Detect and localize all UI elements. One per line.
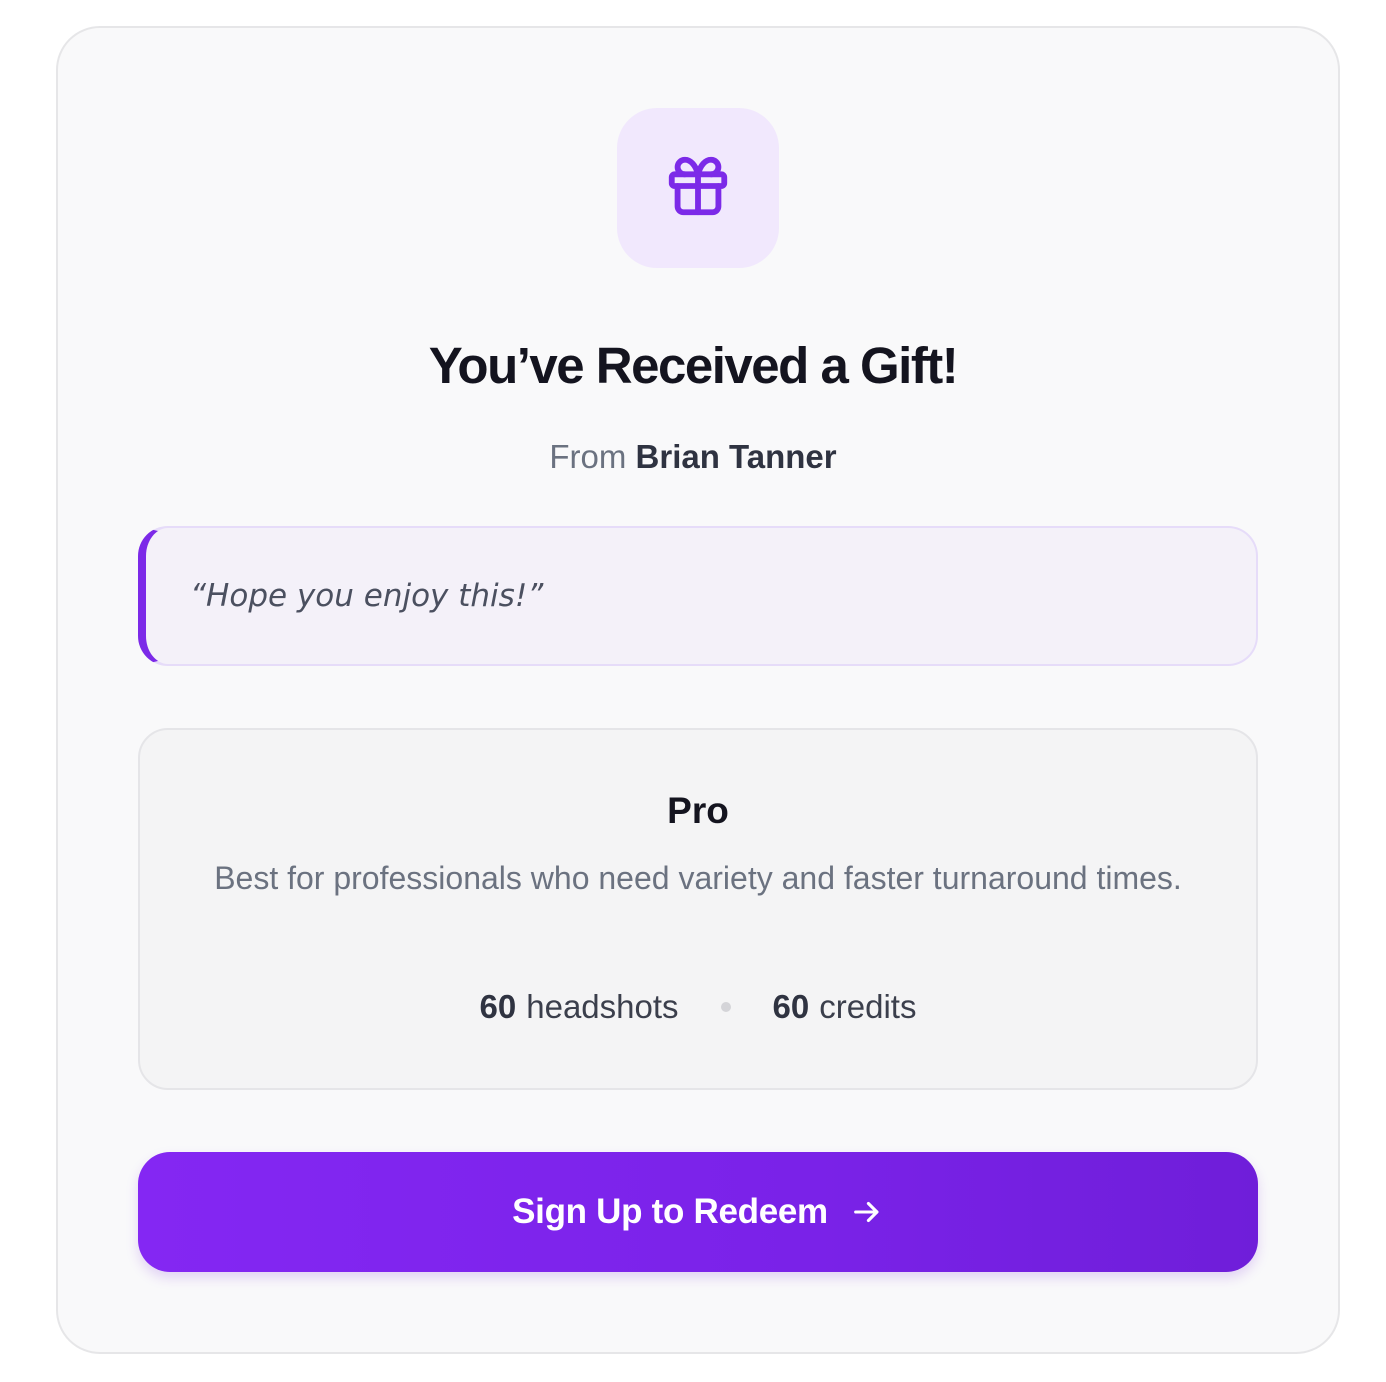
credits-count: 60: [772, 988, 810, 1025]
gift-badge: [617, 108, 779, 268]
from-prefix: From: [549, 438, 627, 475]
arrow-right-icon: [850, 1195, 884, 1229]
plan-description: Best for professionals who need variety …: [214, 860, 1182, 896]
gift-icon: [663, 151, 733, 226]
cta-label: Sign Up to Redeem: [512, 1192, 828, 1231]
plan-stats: 60 headshots 60 credits: [140, 988, 1256, 1026]
gift-title: You’ve Received a Gift!: [428, 337, 959, 394]
headshots-count: 60: [479, 988, 517, 1025]
headshots-stat: 60 headshots: [480, 988, 679, 1026]
plan-name: Pro: [667, 790, 729, 831]
gift-message-box: “Hope you enjoy this!”: [138, 526, 1258, 666]
sender-name: Brian Tanner: [635, 438, 837, 475]
credits-label: credits: [819, 988, 917, 1025]
stat-separator-dot: [720, 1002, 731, 1012]
headshots-label: headshots: [526, 988, 679, 1025]
credits-stat: 60 credits: [773, 988, 917, 1026]
gift-sender-line: From Brian Tanner: [0, 438, 1386, 476]
plan-card: Pro Best for professionals who need vari…: [138, 728, 1258, 1090]
sign-up-to-redeem-button[interactable]: Sign Up to Redeem: [138, 1152, 1258, 1272]
gift-message: “Hope you enjoy this!”: [190, 578, 544, 614]
